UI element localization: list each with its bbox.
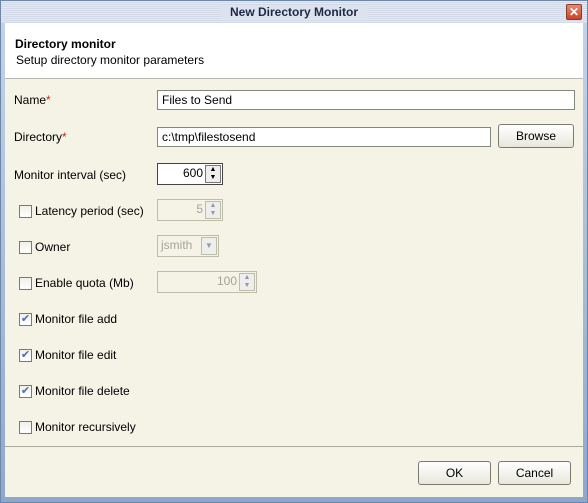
- name-label: Name*: [14, 93, 51, 107]
- spinner-arrows-icon[interactable]: ▲ ▼: [205, 165, 221, 183]
- owner-label: Owner: [35, 240, 71, 254]
- owner-select[interactable]: jsmith ▼: [157, 235, 219, 257]
- file-add-checkbox[interactable]: ✔: [19, 313, 32, 326]
- file-delete-checkbox[interactable]: ✔: [19, 385, 32, 398]
- dialog-content: Directory monitor Setup directory monito…: [5, 23, 583, 497]
- name-input[interactable]: [157, 90, 575, 110]
- spinner-arrows-icon[interactable]: ▲ ▼: [205, 201, 221, 219]
- browse-button[interactable]: Browse: [498, 124, 574, 148]
- header-title: Directory monitor: [15, 37, 116, 51]
- divider: [5, 446, 583, 447]
- latency-label: Latency period (sec): [35, 204, 144, 218]
- chevron-down-icon[interactable]: ▼: [201, 237, 217, 255]
- directory-label: Directory*: [14, 130, 67, 144]
- directory-input[interactable]: [157, 127, 491, 147]
- cancel-button[interactable]: Cancel: [498, 461, 571, 485]
- file-add-label: Monitor file add: [35, 312, 118, 326]
- window-title: New Directory Monitor: [219, 5, 368, 19]
- recursive-label: Monitor recursively: [35, 420, 136, 434]
- file-delete-label: Monitor file delete: [35, 384, 130, 398]
- recursive-checkbox[interactable]: [19, 421, 32, 434]
- quota-spinner[interactable]: 100 ▲ ▼: [157, 271, 257, 293]
- dialog-window: New Directory Monitor ✕ Directory monito…: [0, 0, 588, 503]
- quota-checkbox[interactable]: [19, 277, 32, 290]
- file-edit-label: Monitor file edit: [35, 348, 117, 362]
- latency-checkbox[interactable]: [19, 205, 32, 218]
- owner-checkbox[interactable]: [19, 241, 32, 254]
- ok-button[interactable]: OK: [418, 461, 491, 485]
- file-edit-checkbox[interactable]: ✔: [19, 349, 32, 362]
- title-bar[interactable]: New Directory Monitor ✕: [1, 1, 587, 23]
- quota-label: Enable quota (Mb): [35, 276, 134, 290]
- header-subtitle: Setup directory monitor parameters: [16, 53, 205, 67]
- header-panel: Directory monitor Setup directory monito…: [5, 23, 583, 79]
- latency-spinner[interactable]: 5 ▲ ▼: [157, 199, 223, 221]
- interval-label: Monitor interval (sec): [14, 168, 127, 182]
- close-icon[interactable]: ✕: [566, 4, 582, 20]
- spinner-arrows-icon[interactable]: ▲ ▼: [239, 273, 255, 291]
- interval-spinner[interactable]: 600 ▲ ▼: [157, 163, 223, 185]
